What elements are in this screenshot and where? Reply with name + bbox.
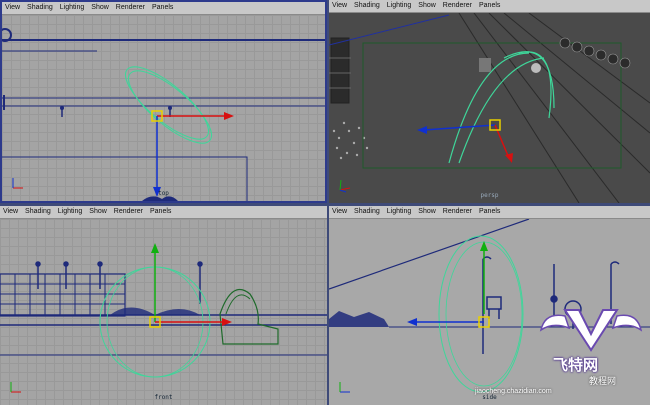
menu-shading[interactable]: Shading <box>354 206 380 218</box>
menu-show[interactable]: Show <box>418 0 436 12</box>
menu-lighting[interactable]: Lighting <box>58 206 83 218</box>
axis-gizmo <box>10 175 26 191</box>
menu-show[interactable]: Show <box>89 206 107 218</box>
viewport-menubar: View Shading Lighting Show Renderer Pane… <box>2 2 325 15</box>
viewport-persp[interactable]: View Shading Lighting Show Renderer Pane… <box>329 0 650 203</box>
menu-renderer[interactable]: Renderer <box>443 0 472 12</box>
menu-panels[interactable]: Panels <box>479 0 500 12</box>
menu-panels[interactable]: Panels <box>152 2 173 14</box>
axis-gizmo <box>337 379 353 395</box>
menu-lighting[interactable]: Lighting <box>387 206 412 218</box>
watermark: 飞特网 教程网 jiaocheng.chazidian.com <box>475 302 647 402</box>
scene-top[interactable] <box>2 15 325 201</box>
menu-shading[interactable]: Shading <box>25 206 51 218</box>
menu-view[interactable]: View <box>5 2 20 14</box>
menu-renderer[interactable]: Renderer <box>116 2 145 14</box>
scene-front[interactable] <box>0 219 327 405</box>
viewport-menubar: View Shading Lighting Show Renderer Pane… <box>329 206 650 219</box>
menu-show[interactable]: Show <box>91 2 109 14</box>
menu-view[interactable]: View <box>3 206 18 218</box>
camera-label-top: top <box>158 190 169 197</box>
viewport-top[interactable]: View Shading Lighting Show Renderer Pane… <box>0 0 327 203</box>
scene-persp[interactable] <box>329 13 650 203</box>
menu-view[interactable]: View <box>332 0 347 12</box>
viewport-front[interactable]: View Shading Lighting Show Renderer Pane… <box>0 206 327 405</box>
axis-gizmo <box>8 379 24 395</box>
menu-shading[interactable]: Shading <box>27 2 53 14</box>
menu-view[interactable]: View <box>332 206 347 218</box>
watermark-logo-icon <box>539 309 643 352</box>
viewport-menubar: View Shading Lighting Show Renderer Pane… <box>0 206 327 219</box>
axis-gizmo <box>337 177 353 193</box>
menu-panels[interactable]: Panels <box>150 206 171 218</box>
menu-lighting[interactable]: Lighting <box>60 2 85 14</box>
viewport-menubar: View Shading Lighting Show Renderer Pane… <box>329 0 650 13</box>
menu-show[interactable]: Show <box>418 206 436 218</box>
camera-label-side: side <box>482 394 497 401</box>
watermark-subtitle: 教程网 <box>589 376 617 386</box>
menu-renderer[interactable]: Renderer <box>114 206 143 218</box>
menu-shading[interactable]: Shading <box>354 0 380 12</box>
camera-label-front: front <box>154 394 173 401</box>
watermark-site: jiaocheng.chazidian.com <box>475 388 552 395</box>
watermark-brand: 飞特网 <box>553 357 599 374</box>
camera-label-persp: persp <box>480 192 499 199</box>
menu-renderer[interactable]: Renderer <box>443 206 472 218</box>
menu-lighting[interactable]: Lighting <box>387 0 412 12</box>
menu-panels[interactable]: Panels <box>479 206 500 218</box>
